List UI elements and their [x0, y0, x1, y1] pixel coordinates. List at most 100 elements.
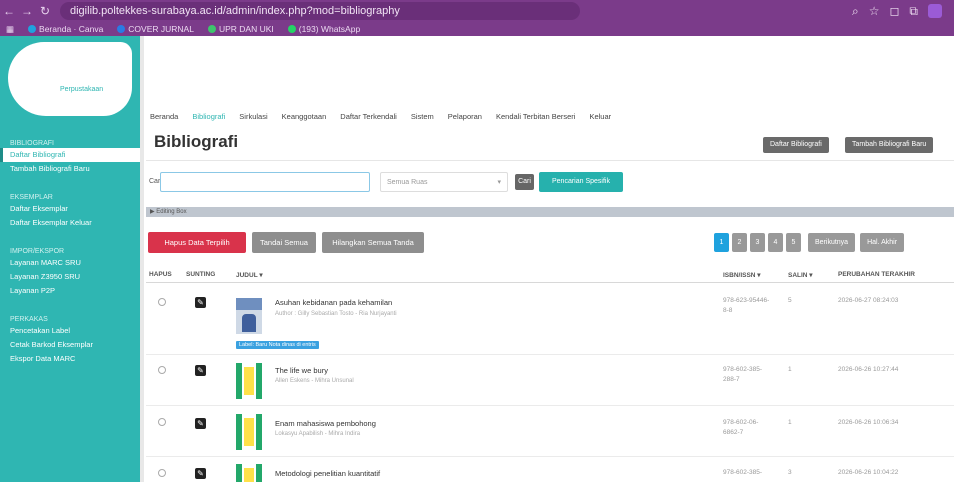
forward-icon[interactable]: →: [18, 4, 36, 18]
page-3[interactable]: 3: [750, 233, 765, 252]
col-hapus: HAPUS: [149, 271, 172, 278]
row-divider: [146, 354, 954, 355]
book-copies: 5: [788, 297, 792, 304]
book-title[interactable]: Metodologi penelitian kuantitatif: [275, 469, 380, 478]
drive-icon: [207, 25, 216, 33]
book-copies: 1: [788, 366, 792, 373]
book-cover: [236, 298, 262, 334]
editing-box-toggle[interactable]: ▶ Editing Box: [146, 207, 954, 217]
sidebar-item-p2p[interactable]: Layanan P2P: [0, 284, 140, 298]
logo: Perpustakaan: [0, 36, 140, 132]
search-button[interactable]: Cari: [515, 174, 534, 190]
star-icon[interactable]: ☆: [869, 4, 880, 18]
sidebar-item-daftar-eksemplar[interactable]: Daftar Eksemplar: [0, 202, 140, 216]
row-2-select[interactable]: [158, 366, 166, 374]
downloads-icon[interactable]: ⧉: [909, 4, 918, 19]
page-1[interactable]: 1: [714, 233, 729, 252]
col-perubahan[interactable]: PERUBAHAN TERAKHIR: [838, 271, 915, 278]
bookmarks-bar: ▦ Beranda · Canva COVER JURNAL UPR DAN U…: [0, 22, 954, 36]
browser-toolbar: ← → ↻ digilib.poltekkes-surabaya.ac.id/a…: [0, 0, 954, 22]
col-isbn[interactable]: ISBN/ISSN ▾: [723, 271, 761, 279]
row-divider: [146, 456, 954, 457]
menu-daftar-terkendali[interactable]: Daftar Terkendali: [340, 112, 397, 121]
col-judul[interactable]: JUDUL ▾: [236, 271, 263, 279]
book-updated: 2026-06-27 08:24:03: [838, 297, 899, 304]
sidebar-item-label[interactable]: Pencetakan Label: [0, 324, 140, 338]
canva-icon: [28, 25, 37, 33]
next-page-button[interactable]: Berikutnya: [808, 233, 856, 252]
logo-shape: [8, 42, 132, 116]
col-sunting: SUNTING: [186, 271, 216, 278]
sidebar-scrollbar[interactable]: [140, 36, 144, 482]
bookmark-1[interactable]: Beranda · Canva: [28, 24, 103, 34]
book-title[interactable]: Asuhan kebidanan pada kehamilan: [275, 298, 392, 307]
col-salin[interactable]: SALIN ▾: [788, 271, 813, 279]
edit-icon[interactable]: ✎: [195, 418, 206, 429]
whatsapp-icon: [287, 25, 296, 33]
row-divider: [146, 405, 954, 406]
book-title[interactable]: The life we bury: [275, 366, 328, 375]
menu-beranda[interactable]: Beranda: [150, 112, 178, 121]
reload-icon[interactable]: ↻: [36, 4, 54, 18]
sidebar-item-tambah-bibliografi[interactable]: Tambah Bibliografi Baru: [0, 162, 140, 176]
menu-pelaporan[interactable]: Pelaporan: [448, 112, 482, 121]
edit-icon[interactable]: ✎: [195, 297, 206, 308]
book-updated: 2026-06-26 10:27:44: [838, 366, 899, 373]
book-author: Author : Gilly Sebastian Tosto - Ria Nur…: [275, 311, 397, 317]
row-1-select[interactable]: [158, 298, 166, 306]
menu-bibliografi[interactable]: Bibliografi: [192, 112, 225, 121]
logo-text: Perpustakaan: [60, 86, 104, 93]
advanced-search-button[interactable]: Pencarian Spesifik: [539, 172, 623, 192]
book-copies: 3: [788, 469, 792, 476]
sidebar-item-marc-sru[interactable]: Layanan MARC SRU: [0, 256, 140, 270]
sidebar-item-barkod[interactable]: Cetak Barkod Eksemplar: [0, 338, 140, 352]
edit-icon[interactable]: ✎: [195, 365, 206, 376]
sidebar: Perpustakaan BIBLIOGRAFI Daftar Bibliogr…: [0, 36, 140, 482]
edit-icon[interactable]: ✎: [195, 468, 206, 479]
sidebar-item-z3950[interactable]: Layanan Z3950 SRU: [0, 270, 140, 284]
book-isbn: 978-602-06-6862-7: [723, 419, 759, 436]
book-title[interactable]: Enam mahasiswa pembohong: [275, 419, 376, 428]
bookmark-4[interactable]: (193) WhatsApp: [287, 24, 360, 34]
back-icon[interactable]: ←: [0, 4, 18, 18]
header-divider: [146, 160, 954, 161]
top-menu: Beranda Bibliografi Sirkulasi Keanggotaa…: [146, 106, 954, 126]
menu-keanggotaan[interactable]: Keanggotaan: [282, 112, 327, 121]
menu-sirkulasi[interactable]: Sirkulasi: [239, 112, 267, 121]
last-page-button[interactable]: Hal. Akhir: [860, 233, 905, 252]
table-header-divider: [146, 282, 954, 283]
select-all-button[interactable]: Tandai Semua: [252, 232, 316, 253]
book-cover: [236, 363, 262, 399]
page-4[interactable]: 4: [768, 233, 783, 252]
sidebar-item-daftar-bibliografi[interactable]: Daftar Bibliografi: [0, 148, 140, 162]
row-4-select[interactable]: [158, 469, 166, 477]
menu-sistem[interactable]: Sistem: [411, 112, 434, 121]
book-isbn: 978-623-95446-8-8: [723, 297, 770, 314]
extensions-icon[interactable]: ◻: [889, 4, 899, 18]
profile-avatar[interactable]: [928, 4, 942, 18]
row-3-select[interactable]: [158, 418, 166, 426]
list-bibliography-button[interactable]: Daftar Bibliografi: [763, 137, 829, 153]
book-isbn: 978-602-385-: [723, 469, 763, 476]
page-title: Bibliografi: [154, 132, 239, 151]
page-5[interactable]: 5: [786, 233, 801, 252]
search-input[interactable]: [160, 172, 370, 192]
menu-keluar[interactable]: Keluar: [589, 112, 611, 121]
book-isbn: 978-602-385-288-7: [723, 366, 763, 383]
bookmark-3[interactable]: UPR DAN UKI: [207, 24, 274, 34]
delete-selected-button[interactable]: Hapus Data Terpilih: [148, 232, 246, 253]
page-2[interactable]: 2: [732, 233, 747, 252]
sidebar-item-ekspor-marc[interactable]: Ekspor Data MARC: [0, 352, 140, 366]
sidebar-item-eksemplar-keluar[interactable]: Daftar Eksemplar Keluar: [0, 216, 140, 230]
menu-kendali-terbitan[interactable]: Kendali Terbitan Berseri: [496, 112, 576, 121]
apps-icon[interactable]: ▦: [6, 24, 14, 35]
unselect-all-button[interactable]: Hilangkan Semua Tanda: [322, 232, 424, 253]
zoom-icon[interactable]: ⌕: [852, 4, 859, 19]
book-author: Lokasyu Apabilish - Mihra Indira: [275, 431, 361, 437]
globe-icon: [117, 25, 126, 33]
bookmark-2[interactable]: COVER JURNAL: [117, 24, 194, 34]
sidebar-head-impor: IMPOR/EKSPOR: [10, 248, 65, 255]
add-bibliography-button[interactable]: Tambah Bibliografi Baru: [845, 137, 934, 153]
search-field-select[interactable]: Semua Ruas ▾: [380, 172, 508, 192]
address-bar[interactable]: digilib.poltekkes-surabaya.ac.id/admin/i…: [60, 2, 580, 20]
